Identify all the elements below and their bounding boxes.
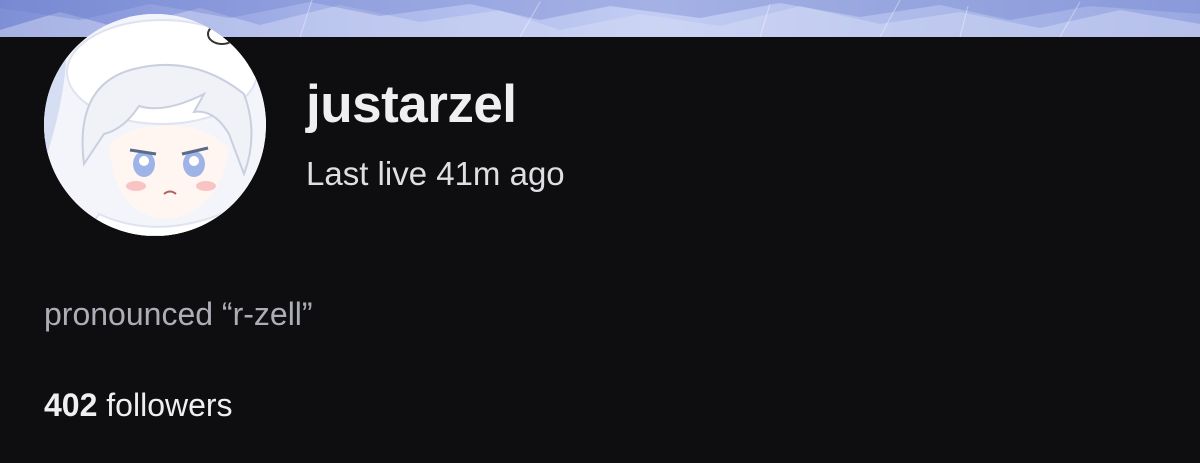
avatar[interactable] xyxy=(44,14,266,236)
bio-text: pronounced “r-zell” xyxy=(44,296,313,332)
last-live-status: Last live 41m ago xyxy=(306,155,565,192)
followers-number: 402 xyxy=(44,387,98,423)
followers-count[interactable]: 402 followers xyxy=(44,385,233,425)
followers-label: followers xyxy=(106,387,233,423)
username: justarzel xyxy=(306,75,517,134)
